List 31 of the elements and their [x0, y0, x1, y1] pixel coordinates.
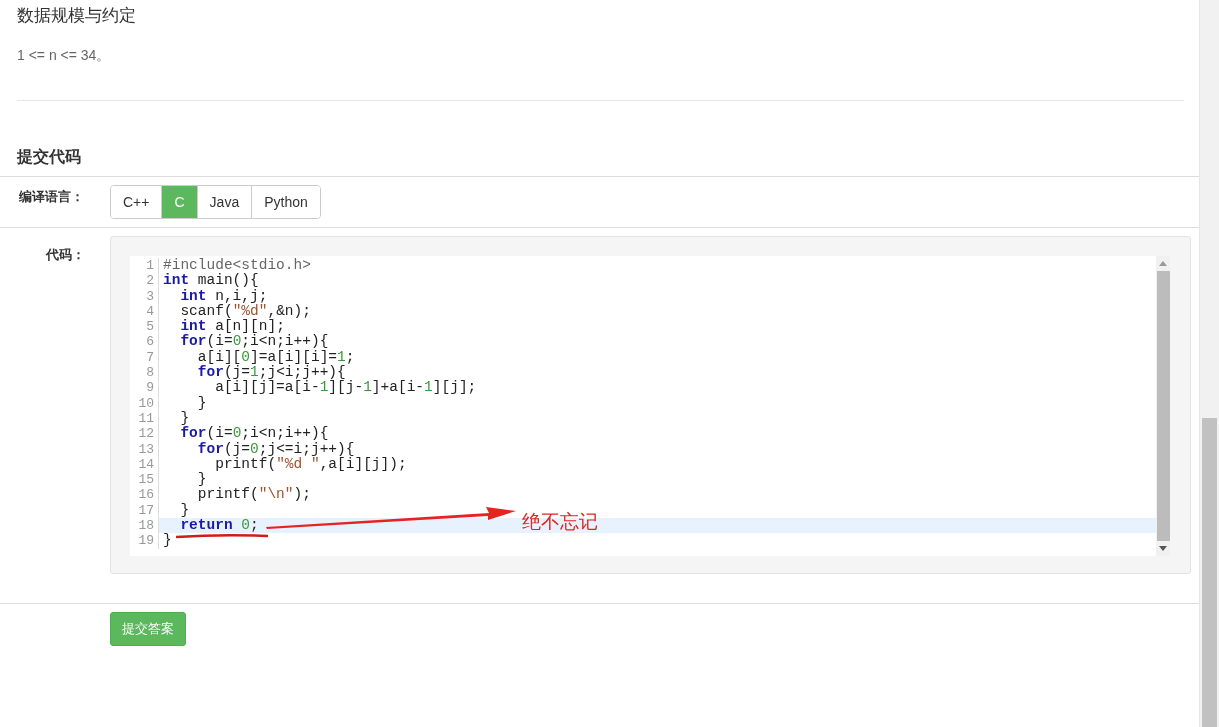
code-line: a[i][j]=a[i-1][j-1]+a[i-1][j];	[214, 380, 477, 396]
code-line: for(j=1;j<i;j++){	[196, 365, 346, 381]
code-line: a[i][0]=a[i][i]=1;	[196, 349, 355, 365]
code-line: for(j=0;j<=i;j++){	[196, 441, 355, 457]
code-line: int a[n][n];	[179, 319, 285, 335]
code-line: }	[163, 533, 172, 549]
line-number: 18	[130, 518, 159, 534]
annotation-text: 绝不忘记	[522, 509, 598, 534]
code-line: int n,i,j;	[179, 288, 268, 304]
code-line: printf("\n");	[196, 487, 311, 503]
code-line: int main(){	[163, 273, 259, 289]
code-line: }	[196, 395, 207, 411]
code-line: }	[196, 472, 207, 488]
scrollbar[interactable]	[1156, 256, 1170, 556]
page-scrollbar[interactable]	[1200, 0, 1219, 727]
code-line: for(i=0;i<n;i++){	[179, 426, 329, 442]
code-line: scanf("%d",&n);	[179, 303, 311, 319]
scroll-up-icon[interactable]	[1159, 261, 1167, 266]
code-line: for(i=0;i<n;i++){	[179, 334, 329, 350]
code-line: }	[179, 410, 190, 426]
constraint-text: 1 <= n <= 34。	[16, 46, 112, 65]
code-line: #include<stdio.h>	[163, 258, 311, 273]
section-heading: 提交代码	[0, 101, 1199, 177]
code-label: 代码：	[44, 246, 86, 264]
code-line: printf("%d ",a[i][j]);	[214, 456, 407, 473]
section-heading: 数据规模与约定	[16, 4, 137, 27]
scroll-down-icon[interactable]	[1159, 546, 1167, 551]
code-line: }	[179, 502, 190, 519]
language-button[interactable]: Python	[251, 186, 320, 218]
code-line: return 0;	[179, 518, 259, 534]
language-label: 编译语言：	[18, 188, 85, 206]
